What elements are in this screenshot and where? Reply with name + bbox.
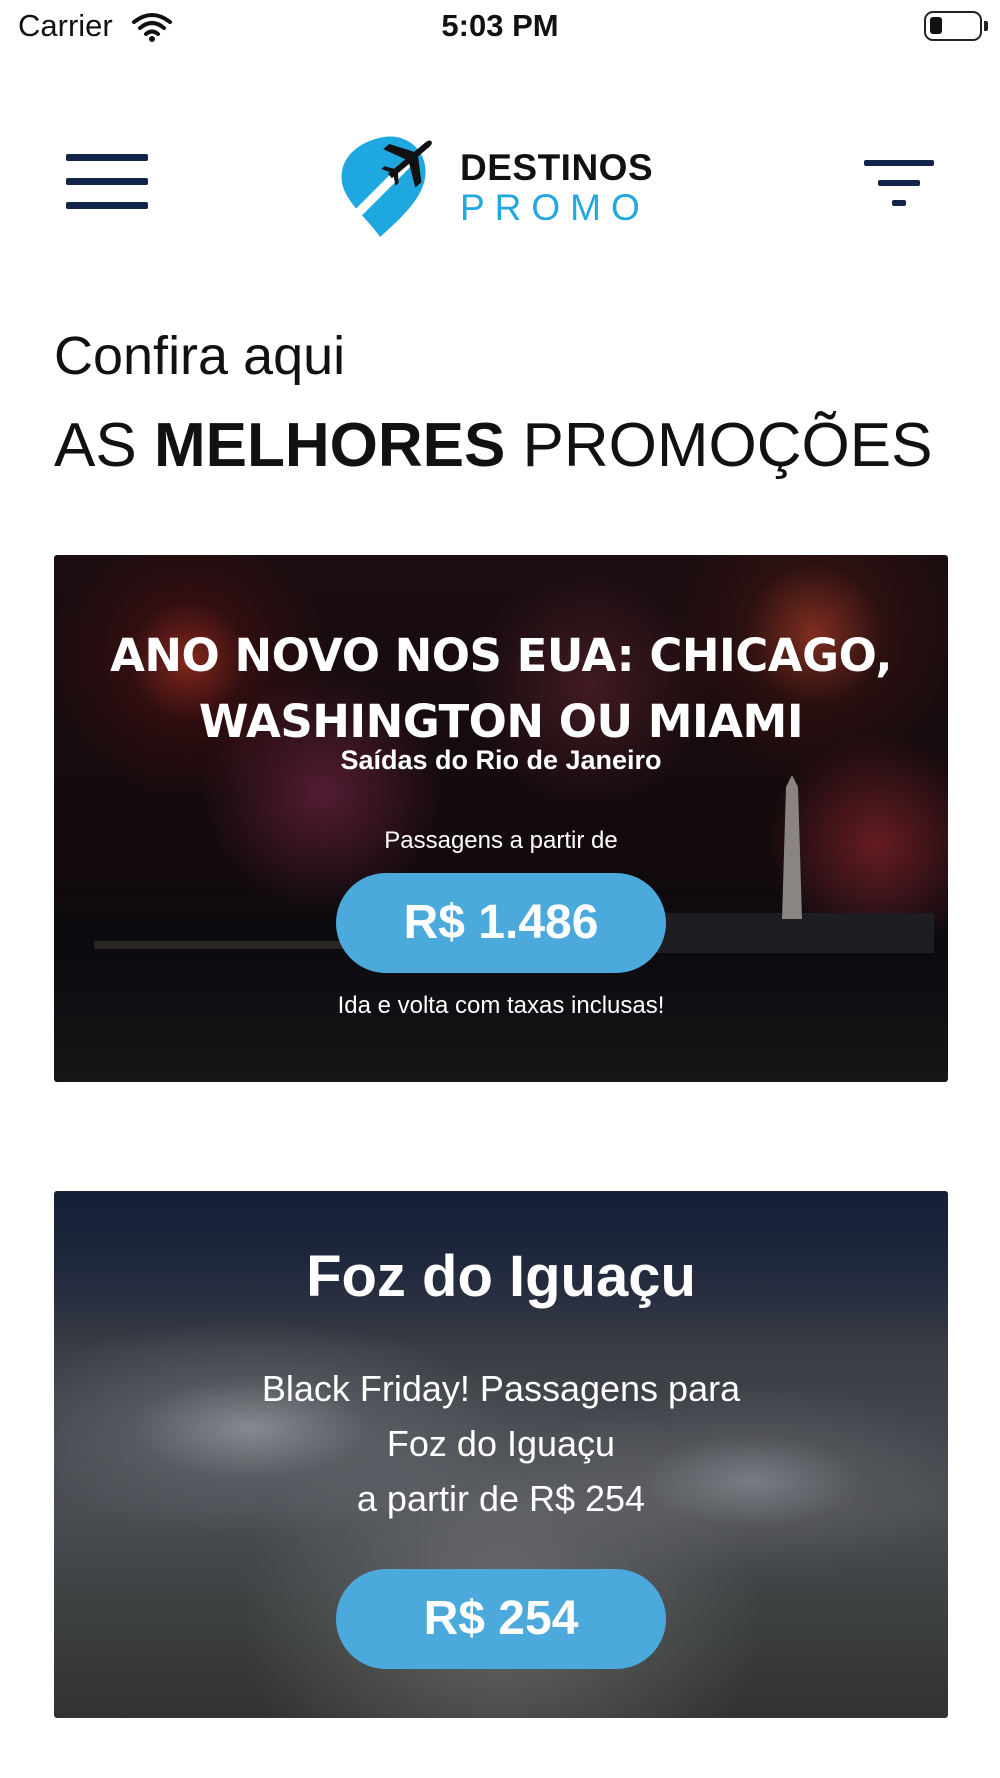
promo-title: Foz do Iguaçu (306, 1244, 696, 1309)
promo-desc-line1: Black Friday! Passagens para (261, 1368, 741, 1409)
promo-card-usa[interactable]: ANO NOVO NOS EUA: CHICAGO, WASHINGTON OU… (54, 555, 948, 1082)
promo-description: Black Friday! Passagens para Foz do Igua… (54, 1361, 948, 1526)
intro-heading: AS MELHORES PROMOÇÕES (54, 410, 932, 481)
intro-heading-post: PROMOÇÕES (522, 411, 933, 480)
app-logo: DESTINOS PROMO (338, 133, 668, 243)
promo-from-label: Passagens a partir de (384, 827, 618, 854)
promo-note: Ida e volta com taxas inclusas! (337, 992, 665, 1019)
logo-text-promo: PROMO (460, 187, 650, 228)
promo-desc-line2: Foz do Iguaçu (386, 1423, 616, 1464)
intro-heading-pre: AS (54, 411, 137, 480)
battery-icon (924, 11, 988, 41)
airplane-pin-icon (341, 136, 432, 237)
promo-title-line1: ANO NOVO NOS EUA: CHICAGO, (110, 629, 892, 682)
promo-price-button[interactable]: R$ 254 (336, 1569, 666, 1669)
intro-heading-bold: MELHORES (153, 411, 506, 480)
promo-card-foz[interactable]: Foz do Iguaçu Black Friday! Passagens pa… (54, 1191, 948, 1718)
status-bar: Carrier 5:03 PM (0, 0, 1000, 56)
logo-text-destinos: DESTINOS (460, 147, 654, 188)
promo-price-button[interactable]: R$ 1.486 (336, 873, 666, 973)
promo-subtitle: Saídas do Rio de Janeiro (340, 745, 662, 775)
intro-subheading: Confira aqui (54, 326, 346, 386)
promo-desc-line3: a partir de R$ 254 (356, 1478, 646, 1519)
promo-title: ANO NOVO NOS EUA: CHICAGO, WASHINGTON OU… (54, 623, 948, 755)
hamburger-menu-icon[interactable] (66, 154, 148, 210)
status-time: 5:03 PM (441, 8, 559, 43)
filter-icon[interactable] (864, 158, 936, 210)
